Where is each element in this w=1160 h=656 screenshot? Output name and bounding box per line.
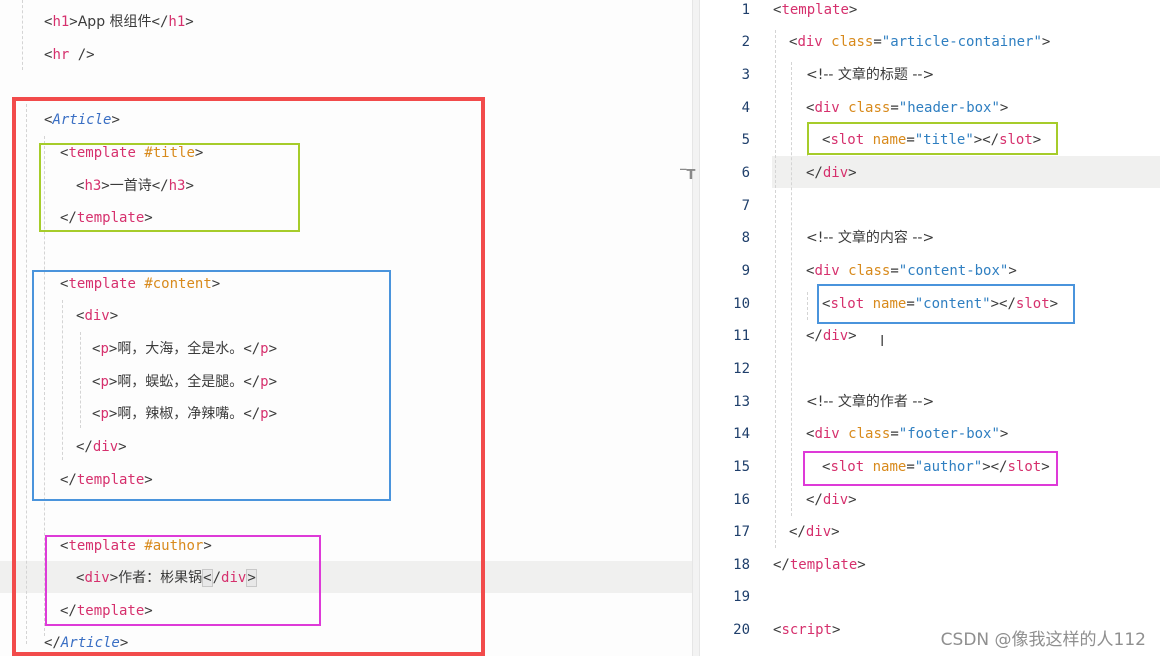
line-number: 16 bbox=[733, 492, 750, 508]
code-line-11[interactable]: </div> bbox=[806, 325, 857, 347]
code-line-template-title[interactable]: <template #title> bbox=[60, 142, 203, 164]
code-line-10[interactable]: <slot name="content"></slot> bbox=[822, 293, 1058, 315]
code-line-div-close[interactable]: </div> bbox=[76, 436, 127, 458]
code-line-h3[interactable]: <h3>一首诗</h3> bbox=[76, 175, 194, 197]
code-line-4[interactable]: <div class="header-box"> bbox=[806, 97, 1008, 119]
pane-splitter[interactable] bbox=[692, 0, 700, 656]
line-number: 13 bbox=[733, 394, 750, 410]
code-line-template-content[interactable]: <template #content> bbox=[60, 273, 220, 295]
indent-guide bbox=[807, 128, 808, 156]
code-line-18[interactable]: </template> bbox=[773, 554, 866, 576]
line-number: 11 bbox=[733, 328, 750, 344]
code-line-2[interactable]: <div class="article-container"> bbox=[789, 31, 1050, 53]
line-number: 15 bbox=[733, 459, 750, 475]
code-line-template-author-close[interactable]: </template> bbox=[60, 600, 153, 622]
code-line-poem-2[interactable]: <p>啊，蜈蚣，全是腿。</p> bbox=[92, 371, 277, 393]
indent-guide bbox=[22, 0, 23, 70]
line-number: 3 bbox=[741, 67, 750, 83]
line-number: 18 bbox=[733, 557, 750, 573]
code-line-20[interactable]: <script> bbox=[773, 619, 840, 641]
fold-marker-icon[interactable]: ‾T bbox=[680, 168, 695, 183]
indent-guide bbox=[62, 300, 63, 460]
code-line-5[interactable]: <slot name="title"></slot> bbox=[822, 129, 1041, 151]
line-number: 19 bbox=[733, 589, 750, 605]
line-number: 9 bbox=[741, 263, 750, 279]
code-line-template-title-close[interactable]: </template> bbox=[60, 207, 153, 229]
code-line-9[interactable]: <div class="content-box"> bbox=[806, 260, 1017, 282]
code-line-17[interactable]: </div> bbox=[789, 521, 840, 543]
line-number: 7 bbox=[741, 198, 750, 214]
line-number: 10 bbox=[733, 296, 750, 312]
indent-guide bbox=[80, 332, 81, 428]
indent-guide bbox=[791, 62, 792, 516]
line-number: 20 bbox=[733, 622, 750, 638]
line-number: 5 bbox=[741, 132, 750, 148]
code-line-author-div[interactable]: <div>作者：彬果锅</div> bbox=[76, 567, 257, 589]
code-line-16[interactable]: </div> bbox=[806, 489, 857, 511]
indent-guide bbox=[44, 136, 45, 636]
line-number: 17 bbox=[733, 524, 750, 540]
watermark: CSDN @像我这样的人112 bbox=[940, 630, 1146, 650]
line-number: 4 bbox=[741, 100, 750, 116]
line-number: 8 bbox=[741, 230, 750, 246]
code-line-8[interactable]: <!-- 文章的内容 --> bbox=[806, 227, 934, 249]
code-line-article-close[interactable]: </Article> bbox=[44, 632, 128, 654]
line-number: 12 bbox=[733, 361, 750, 377]
right-editor-pane[interactable]: 1 2 3 4 5 6 7 8 9 10 11 12 13 14 15 16 1… bbox=[700, 0, 1160, 656]
code-line-template-content-close[interactable]: </template> bbox=[60, 469, 153, 491]
code-line-template-author[interactable]: <template #author> bbox=[60, 535, 212, 557]
code-line-div-open[interactable]: <div> bbox=[76, 305, 118, 327]
line-number: 1 bbox=[741, 2, 750, 18]
left-editor-pane[interactable]: <h1>App 根组件</h1> <hr /> <Article> <templ… bbox=[0, 0, 692, 656]
code-line-14[interactable]: <div class="footer-box"> bbox=[806, 423, 1008, 445]
code-line-article-open[interactable]: <Article> bbox=[44, 109, 120, 131]
code-line-3[interactable]: <!-- 文章的标题 --> bbox=[806, 64, 934, 86]
indent-guide bbox=[775, 30, 776, 548]
indent-guide bbox=[26, 104, 27, 644]
text-cursor-icon: I bbox=[880, 332, 885, 350]
code-line-6[interactable]: </div> bbox=[806, 162, 857, 184]
code-line-poem-1[interactable]: <p>啊，大海，全是水。</p> bbox=[92, 338, 277, 360]
line-number: 14 bbox=[733, 426, 750, 442]
code-line-15[interactable]: <slot name="author"></slot> bbox=[822, 456, 1050, 478]
code-line-hr[interactable]: <hr /> bbox=[44, 44, 95, 66]
indent-guide bbox=[807, 292, 808, 320]
code-line-poem-3[interactable]: <p>啊，辣椒，净辣嘴。</p> bbox=[92, 403, 277, 425]
line-number: 6 bbox=[741, 165, 750, 181]
code-line-1[interactable]: <template> bbox=[773, 0, 857, 21]
line-number: 2 bbox=[741, 34, 750, 50]
code-line-h1[interactable]: <h1>App 根组件</h1> bbox=[44, 11, 194, 33]
code-line-13[interactable]: <!-- 文章的作者 --> bbox=[806, 391, 934, 413]
